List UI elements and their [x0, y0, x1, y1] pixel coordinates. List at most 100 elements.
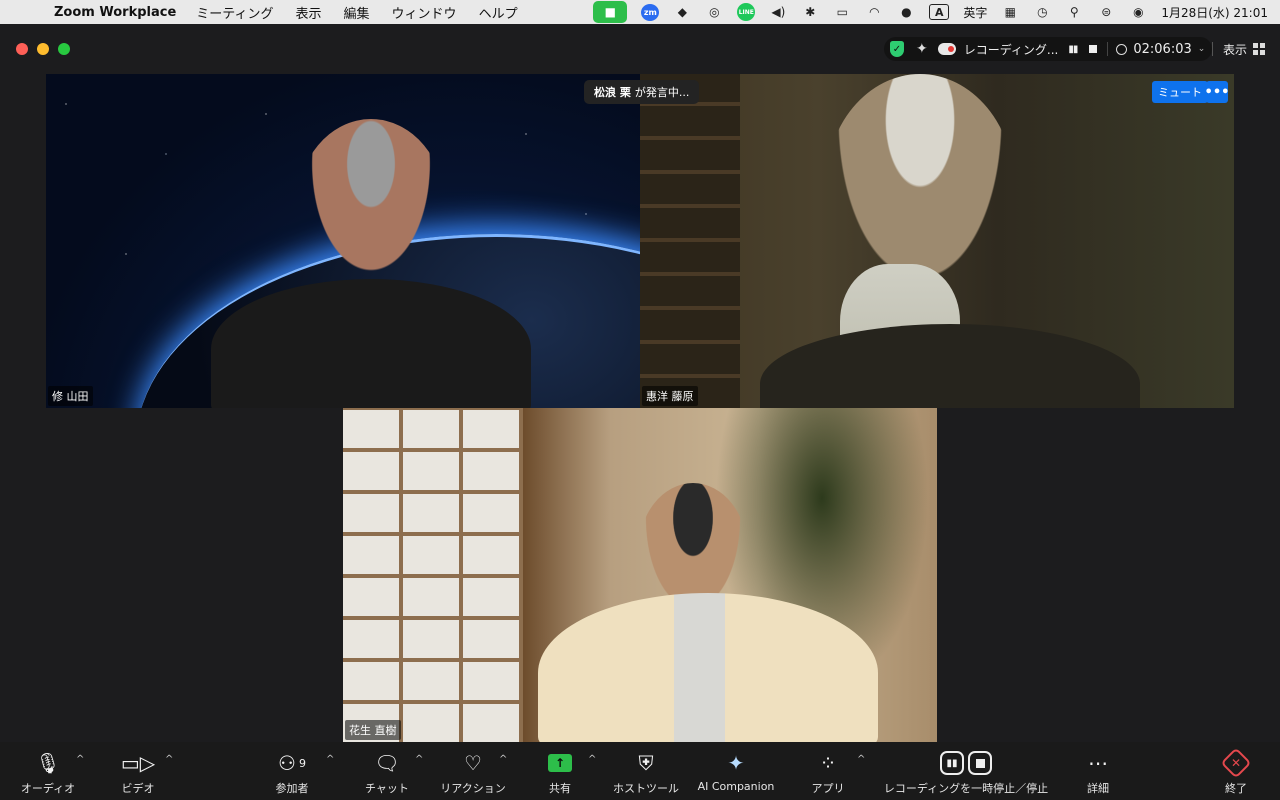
divider: [1212, 42, 1213, 56]
menubar: Zoom Workplace ミーティング 表示 編集 ウィンドウ ヘルプ ■ …: [0, 0, 1280, 24]
battery-icon[interactable]: ▭: [833, 3, 851, 21]
zoom-app-icon[interactable]: zm: [641, 3, 660, 21]
more-button[interactable]: ⋯ 詳細: [1084, 750, 1112, 796]
stop-recording-icon[interactable]: [1089, 45, 1098, 53]
chat-label: チャット: [365, 782, 409, 795]
video-tile-fujiwara[interactable]: 惠洋 藤原: [640, 74, 1234, 408]
fullscreen-window-button[interactable]: [58, 43, 70, 55]
cloud-recording-icon: [937, 43, 956, 55]
participant-body: [538, 593, 878, 742]
shoji-screen-background: [343, 408, 523, 742]
recording-label: レコーディング...: [963, 42, 1059, 57]
view-label: 表示: [1223, 42, 1248, 57]
meeting-elapsed-time[interactable]: 02:06:03: [1133, 42, 1191, 57]
menu-edit[interactable]: 編集: [344, 3, 370, 22]
participants-options-caret[interactable]: ^: [326, 754, 334, 765]
host-tools-button[interactable]: ⛨ ホストツール: [612, 750, 680, 796]
end-icon: ✕: [1220, 747, 1252, 779]
audio-button[interactable]: 🎙︎ オーディオ: [20, 750, 76, 796]
ai-companion-label: AI Companion: [697, 780, 775, 793]
recording-controls-label: レコーディングを一時停止／停止: [883, 782, 1049, 795]
input-source-icon[interactable]: A: [929, 4, 950, 20]
participant-video: [296, 119, 446, 299]
end-label: 終了: [1225, 782, 1247, 795]
more-dots-icon: ⋯: [1088, 751, 1108, 775]
grid-view-icon: [1253, 43, 1266, 55]
reactions-options-caret[interactable]: ^: [499, 754, 507, 765]
video-tile-yamada[interactable]: 修 山田: [46, 74, 640, 408]
video-tile-hanyu[interactable]: 花生 直樹: [343, 408, 937, 742]
user-icon[interactable]: ●: [897, 3, 915, 21]
chat-button[interactable]: 🗨︎ チャット: [364, 750, 410, 796]
microphone-icon: 🎙︎: [35, 751, 61, 775]
zoom-window: ✓ ✦ レコーディング... ▮▮ 02:06:03 ⌄ 表示 修 山田 惠洋: [0, 24, 1280, 800]
volume-icon[interactable]: ◀): [769, 3, 787, 21]
security-shield-icon[interactable]: ✓: [890, 41, 904, 57]
pause-icon[interactable]: ▮▮: [940, 751, 964, 775]
ai-companion-status-icon[interactable]: ✦: [916, 41, 928, 57]
menu-help[interactable]: ヘルプ: [479, 3, 518, 22]
clock-icon: [1116, 43, 1128, 55]
ai-companion-button[interactable]: ✦ AI Companion: [696, 750, 776, 793]
status-area: ■ zm ◆ ◎ LINE ◀) ✱ ▭ ◠ ● A 英字 ▦ ◷ ⚲ ⊜ ◉ …: [593, 0, 1268, 24]
more-label: 詳細: [1087, 782, 1109, 795]
host-tools-label: ホストツール: [613, 782, 679, 795]
apps-icon: ⁘: [819, 751, 837, 775]
chat-icon: 🗨︎: [374, 751, 400, 775]
share-options-caret[interactable]: ^: [588, 754, 596, 765]
wifi-icon[interactable]: ◠: [865, 3, 883, 21]
active-speaker-indicator: 松浪 栗 が発言中...: [584, 80, 700, 104]
divider: [1107, 42, 1109, 56]
menu-meeting[interactable]: ミーティング: [196, 3, 273, 22]
menu-view[interactable]: 表示: [296, 3, 322, 22]
chat-options-caret[interactable]: ^: [415, 754, 423, 765]
bookshelf-background: [640, 74, 740, 408]
participants-button[interactable]: ⚇ 9 参加者: [272, 750, 312, 796]
keyboard-icon[interactable]: ▦: [1001, 3, 1019, 21]
video-button[interactable]: ▭▷ ビデオ: [118, 750, 158, 796]
recording-controls-button[interactable]: ▮▮ レコーディングを一時停止／停止: [882, 750, 1050, 796]
audio-options-caret[interactable]: ^: [76, 754, 84, 765]
bluetooth-icon[interactable]: ✱: [801, 3, 819, 21]
meeting-toolbar: 🎙︎ オーディオ ^ ▭▷ ビデオ ^ ⚇ 9 参加者 ^ 🗨︎ チャット ^ ♡…: [0, 742, 1280, 800]
pause-recording-icon[interactable]: ▮▮: [1068, 44, 1078, 55]
siri-icon[interactable]: ◉: [1129, 3, 1147, 21]
share-label: 共有: [549, 782, 571, 795]
dropbox-icon[interactable]: ◆: [673, 3, 691, 21]
apps-options-caret[interactable]: ^: [857, 754, 865, 765]
shield-icon: ⛨: [638, 751, 654, 775]
participant-more-button[interactable]: •••: [1205, 81, 1229, 103]
video-options-caret[interactable]: ^: [165, 754, 173, 765]
close-window-button[interactable]: [16, 43, 28, 55]
creative-cloud-icon[interactable]: ◎: [705, 3, 723, 21]
participant-body: [760, 324, 1140, 408]
participants-label: 参加者: [275, 782, 309, 795]
zoom-camera-icon[interactable]: ■: [593, 1, 628, 23]
reactions-button[interactable]: ♡ リアクション: [440, 750, 506, 796]
apps-button[interactable]: ⁘ アプリ: [810, 750, 846, 796]
participants-icon: ⚇ 9: [278, 751, 306, 775]
reactions-label: リアクション: [440, 782, 506, 795]
minimize-window-button[interactable]: [37, 43, 49, 55]
control-center-icon[interactable]: ⊜: [1097, 3, 1115, 21]
spotlight-search-icon[interactable]: ⚲: [1065, 3, 1083, 21]
titlebar: ✓ ✦ レコーディング... ▮▮ 02:06:03 ⌄ 表示: [0, 24, 1280, 74]
video-label: ビデオ: [121, 782, 155, 795]
sparkle-icon: ✦: [727, 751, 745, 775]
app-name-menu[interactable]: Zoom Workplace: [54, 5, 176, 20]
menubar-clock[interactable]: 1月28日(水) 21:01: [1161, 4, 1268, 21]
menu-window[interactable]: ウィンドウ: [392, 3, 457, 22]
view-button[interactable]: 表示: [1212, 37, 1266, 61]
end-meeting-button[interactable]: ✕ 終了: [1220, 747, 1252, 796]
participant-name-tag: 修 山田: [48, 386, 93, 406]
mute-participant-button[interactable]: ミュート: [1152, 81, 1208, 103]
stop-icon[interactable]: [968, 751, 992, 775]
participant-name-tag: 惠洋 藤原: [642, 386, 698, 406]
line-icon[interactable]: LINE: [737, 3, 756, 21]
share-button[interactable]: ↑ 共有: [546, 750, 574, 796]
audio-label: オーディオ: [20, 782, 76, 795]
participant-name-tag: 花生 直樹: [345, 720, 401, 740]
chevron-down-icon[interactable]: ⌄: [1198, 44, 1206, 54]
time-machine-icon[interactable]: ◷: [1033, 3, 1051, 21]
input-mode-label[interactable]: 英字: [963, 4, 987, 21]
